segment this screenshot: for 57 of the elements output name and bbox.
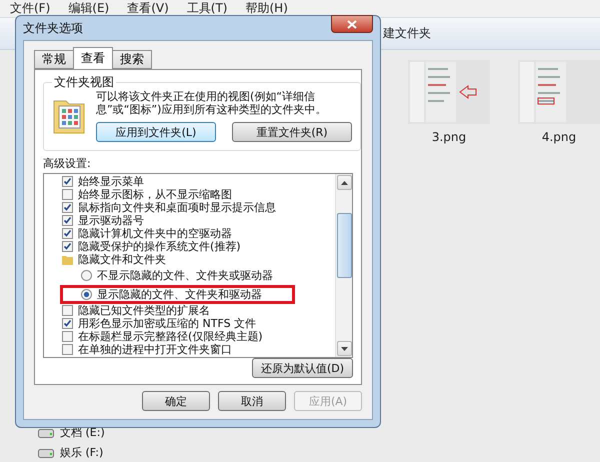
setting-label: 显示隐藏的文件、文件夹和驱动器 (97, 287, 262, 302)
setting-label: 始终显示图标，从不显示缩略图 (78, 187, 232, 202)
setting-label: 用彩色显示加密或压缩的 NTFS 文件 (78, 316, 256, 330)
tab[interactable]: 搜索 (112, 50, 152, 69)
checked-checkbox[interactable] (62, 318, 73, 329)
restore-defaults-button[interactable]: 还原为默认值(D) (252, 358, 353, 378)
checked-checkbox[interactable] (62, 202, 73, 213)
menu-item[interactable]: 查看(V) (127, 0, 169, 17)
window-title: 文件夹选项 (23, 20, 83, 36)
checked-checkbox[interactable] (62, 228, 73, 239)
drive-icon (38, 448, 54, 458)
menu-item[interactable]: 帮助(H) (246, 0, 288, 17)
dialog-button[interactable]: 确定 (142, 391, 210, 411)
file-name[interactable]: 4.png (542, 130, 576, 144)
menu-item[interactable]: 文件(F) (10, 0, 50, 17)
setting-label: 隐藏受保护的操作系统文件(推荐) (78, 239, 241, 254)
file-name[interactable]: 3.png (432, 130, 466, 144)
section-label: 高级设置: (43, 156, 92, 171)
setting-label: 始终显示菜单 (78, 174, 144, 189)
toolbar-button[interactable]: 建文件夹 (383, 25, 431, 42)
scrollbar[interactable] (335, 174, 352, 357)
description-text: 可以将该文件夹正在使用的视图(例如“详细信息”或“图标”)应用到所有这种类型的文件夹中。 (96, 91, 328, 116)
up-arrow-icon (340, 180, 348, 184)
setting-label: 不显示隐藏的文件、文件夹或驱动器 (97, 268, 273, 283)
close-button[interactable] (331, 15, 373, 33)
setting-label: 隐藏计算机文件夹中的空驱动器 (78, 226, 232, 240)
folder-button[interactable]: 应用到文件夹(L) (96, 122, 216, 142)
checkbox[interactable] (62, 189, 73, 200)
scroll-thumb[interactable] (336, 213, 352, 278)
scroll-down-button[interactable] (336, 341, 352, 356)
down-arrow-icon (340, 346, 348, 350)
dialog-button[interactable]: 取消 (218, 391, 286, 411)
radio-button[interactable] (81, 289, 92, 300)
drive-label[interactable]: 娱乐 (F:) (60, 445, 104, 460)
group-title: 文件夹视图 (53, 74, 115, 91)
setting-label: 隐藏已知文件类型的扩展名 (78, 303, 210, 318)
close-icon (347, 20, 357, 28)
setting-label: 显示驱动器号 (78, 213, 144, 228)
setting-label: 在标题栏显示完整路径(仅限经典主题) (78, 329, 263, 344)
folder-button[interactable]: 重置文件夹(R) (232, 122, 352, 142)
folder-icon (62, 254, 73, 265)
checked-checkbox[interactable] (62, 241, 73, 252)
drive-icon (38, 428, 54, 438)
radio-button[interactable] (81, 270, 92, 281)
checkbox[interactable] (62, 331, 73, 342)
scroll-up-button[interactable] (336, 175, 352, 190)
setting-label: 鼠标指向文件夹和桌面项时显示提示信息 (78, 200, 276, 215)
setting-group-label: 隐藏文件和文件夹 (78, 252, 166, 267)
checked-checkbox[interactable] (62, 215, 73, 226)
checked-checkbox[interactable] (62, 176, 73, 187)
menu-item[interactable]: 编辑(E) (68, 0, 110, 17)
checkbox[interactable] (62, 344, 73, 355)
checkbox[interactable] (62, 305, 73, 316)
tab[interactable]: 查看 (73, 47, 113, 69)
menu-item[interactable]: 工具(T) (186, 0, 228, 17)
setting-label: 在单独的进程中打开文件夹窗口 (78, 342, 232, 357)
tab[interactable]: 常规 (34, 50, 74, 69)
